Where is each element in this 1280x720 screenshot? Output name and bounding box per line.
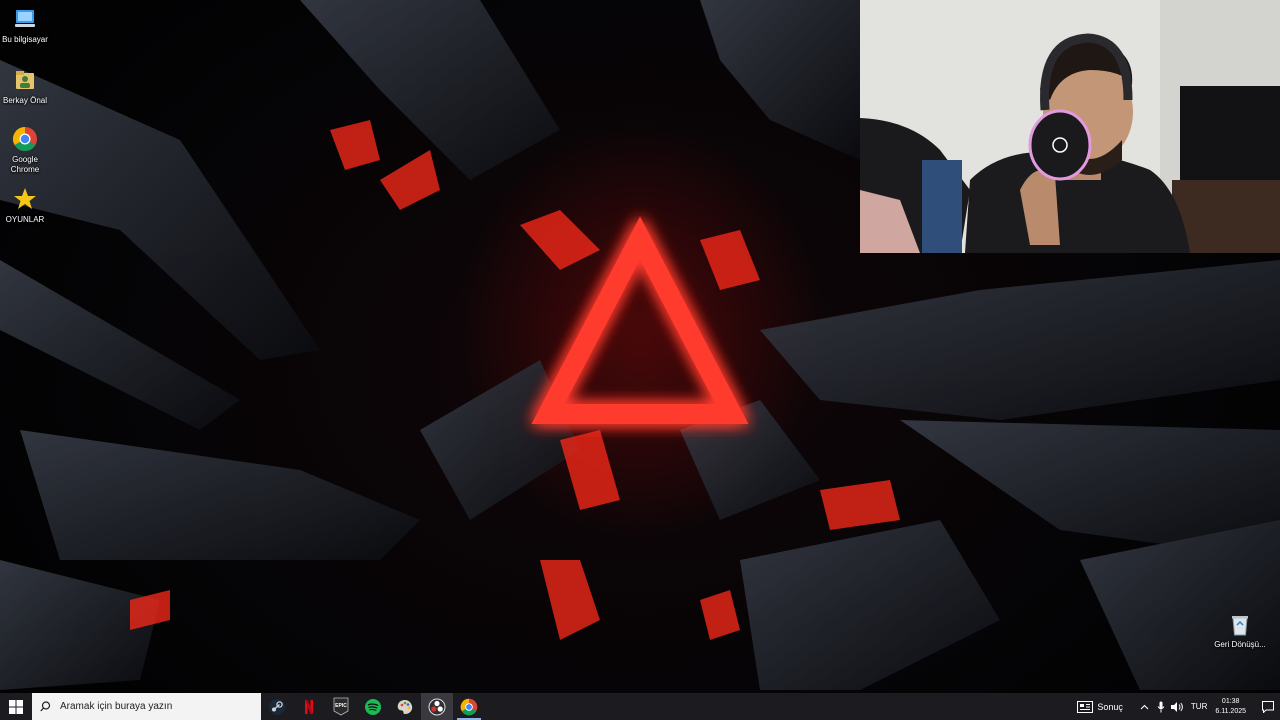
taskbar-app-spotify[interactable]	[357, 693, 389, 720]
show-hidden-icons-button[interactable]	[1137, 693, 1153, 720]
language-indicator[interactable]: TUR	[1191, 702, 1207, 711]
speaker-icon	[1170, 701, 1183, 712]
webcam-overlay	[860, 0, 1280, 253]
this-pc-icon	[15, 10, 35, 27]
clock[interactable]: 01:38 6.11.2025	[1215, 697, 1246, 717]
desktop-icon-label: Google Chrome	[10, 155, 40, 174]
desktop-icon-user-folder[interactable]: Berkay Önal	[0, 67, 53, 106]
taskbar-app-netflix[interactable]	[293, 693, 325, 720]
taskbar-app-obs[interactable]	[421, 693, 453, 720]
taskbar-app-palette[interactable]	[389, 693, 421, 720]
desktop-icon-google-chrome[interactable]: Google Chrome	[0, 126, 53, 175]
taskbar-app-google-chrome[interactable]	[453, 693, 485, 720]
obs-icon	[428, 698, 446, 715]
chrome-icon	[460, 698, 478, 715]
user-folder-icon	[16, 71, 34, 89]
netflix-icon	[305, 699, 313, 714]
news-weather-widget[interactable]: Sonuç	[1077, 700, 1123, 713]
microphone-button[interactable]	[1153, 693, 1169, 720]
taskbar: Aramak için buraya yazın EPIC Sonuç TUR …	[0, 693, 1280, 720]
star-icon	[14, 188, 36, 209]
news-icon	[1077, 700, 1094, 713]
clock-time: 01:38	[1221, 697, 1240, 705]
clock-date: 6.11.2025	[1215, 707, 1246, 715]
taskbar-app-epic-games[interactable]: EPIC	[325, 693, 357, 720]
epic-games-icon-text: EPIC	[335, 703, 347, 709]
desktop-icon-label: Bu bilgisayar	[2, 35, 48, 44]
windows-logo-icon	[9, 699, 23, 714]
search-placeholder: Aramak için buraya yazın	[60, 701, 173, 712]
taskbar-app-steam[interactable]	[261, 693, 293, 720]
chrome-icon	[12, 127, 37, 152]
taskbar-search-box[interactable]: Aramak için buraya yazın	[32, 693, 261, 720]
system-tray: Sonuç TUR 01:38 6.11.2025	[1077, 693, 1280, 720]
desktop-icon-label: OYUNLAR	[5, 215, 45, 224]
notifications-button[interactable]	[1256, 700, 1280, 713]
epic-games-icon: EPIC	[333, 697, 349, 716]
chevron-up-icon	[1141, 704, 1149, 709]
weather-label: Sonuç	[1097, 701, 1123, 712]
notification-icon	[1262, 700, 1274, 713]
steam-icon	[269, 698, 285, 715]
desktop-icon-oyunlar[interactable]: OYUNLAR	[0, 186, 53, 225]
search-icon	[40, 701, 51, 712]
desktop-icon-recycle-bin[interactable]: Geri Dönüşü...	[1212, 611, 1268, 650]
start-button[interactable]	[0, 693, 32, 720]
spotify-icon	[365, 698, 381, 715]
desktop-icon-label: Geri Dönüşü...	[1214, 640, 1266, 649]
palette-icon	[397, 699, 413, 714]
webcam-feed-image	[860, 0, 1280, 253]
volume-button[interactable]	[1169, 693, 1185, 720]
desktop-icon-this-pc[interactable]: Bu bilgisayar	[0, 6, 53, 45]
desktop-icon-label: Berkay Önal	[2, 96, 48, 105]
recycle-bin-icon	[1232, 616, 1248, 636]
microphone-icon	[1157, 701, 1165, 712]
